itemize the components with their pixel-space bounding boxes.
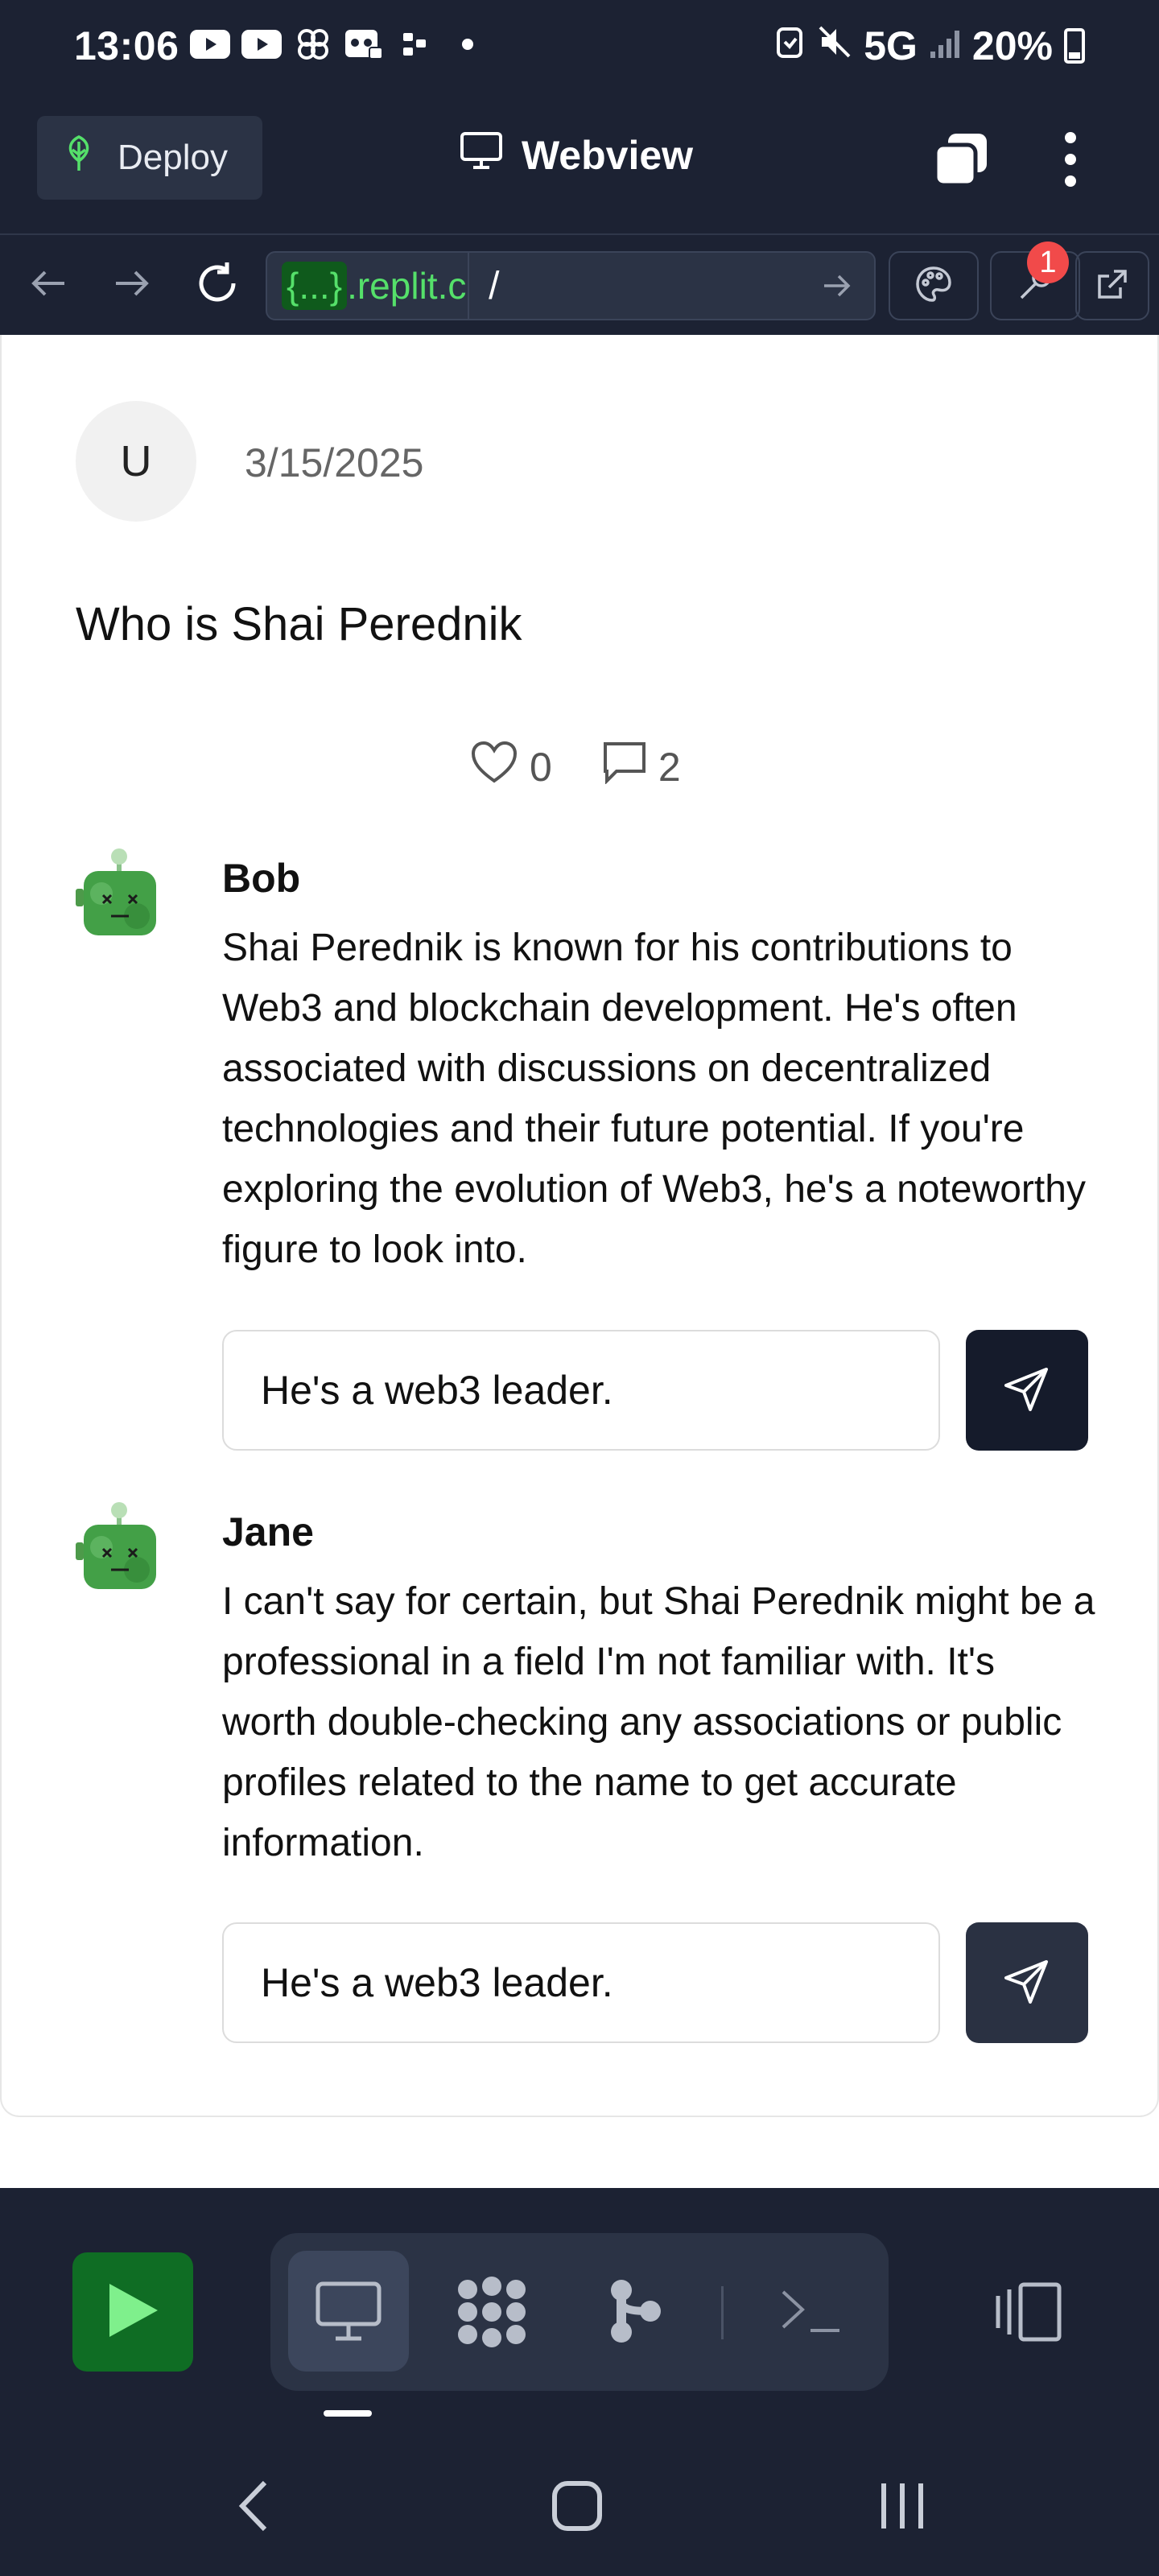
status-time: 13:06	[74, 23, 179, 68]
webview-content: U 3/15/2025 Who is Shai Perednik 0 2 Bob…	[0, 335, 1159, 2188]
mute-icon	[817, 23, 852, 69]
send-button[interactable]	[966, 1330, 1088, 1451]
app-header: Deploy Webview	[0, 97, 1159, 233]
like-button[interactable]: 0	[470, 741, 552, 794]
post-date: 3/15/2025	[245, 440, 424, 485]
shell-icon[interactable]	[750, 2251, 871, 2372]
comment-icon	[602, 741, 647, 794]
like-count: 0	[530, 745, 552, 790]
dot-icon	[448, 27, 488, 61]
workspace-toolbar	[0, 2188, 1159, 2429]
system-nav-bar	[0, 2429, 1159, 2576]
palette-icon	[914, 265, 953, 308]
run-button[interactable]	[72, 2252, 193, 2372]
reply-input[interactable]: He's a web3 leader.	[222, 1330, 940, 1451]
battery-percent: 20%	[971, 23, 1053, 68]
play-icon	[105, 2281, 161, 2344]
panel-toggle-icon[interactable]	[984, 2252, 1072, 2372]
deploy-icon	[61, 134, 97, 183]
url-host: .replit.c	[347, 265, 467, 307]
pinwheel-icon	[293, 27, 333, 61]
send-button[interactable]	[966, 1922, 1088, 2043]
go-arrow-icon[interactable]	[813, 262, 861, 310]
slack-icon	[396, 27, 436, 61]
send-icon	[1003, 1364, 1051, 1417]
url-path: /	[489, 264, 500, 308]
alarm-icon	[773, 23, 806, 69]
status-bar: 13:06 5G 20%	[0, 0, 1159, 97]
url-divider	[468, 251, 470, 320]
youtube-icon	[190, 27, 230, 61]
forward-arrow-icon[interactable]	[108, 259, 156, 308]
url-field[interactable]: {...} .replit.c /	[266, 251, 876, 320]
robot-avatar-icon	[76, 847, 164, 942]
tool-tabs	[270, 2233, 889, 2391]
monitor-icon	[459, 130, 504, 180]
heart-icon	[470, 741, 518, 794]
avatar: U	[76, 401, 196, 522]
external-link-icon	[1095, 266, 1130, 306]
post-stats: 0 2	[470, 741, 715, 794]
toolbar-divider	[721, 2286, 724, 2339]
answer-text: Shai Perednik is known for his contribut…	[222, 927, 1086, 1271]
network-type: 5G	[864, 23, 918, 68]
voicemail-icon	[344, 27, 385, 61]
notification-badge: 1	[1027, 242, 1069, 283]
status-left-icons	[190, 27, 488, 61]
webview-tab-title[interactable]: Webview	[459, 130, 693, 180]
post-question: Who is Shai Perednik	[76, 598, 522, 650]
packages-icon[interactable]	[431, 2251, 552, 2372]
comment-count: 2	[658, 745, 681, 790]
answer-author: Jane	[222, 1509, 314, 1554]
more-options-icon[interactable]	[1054, 127, 1087, 192]
git-icon[interactable]	[575, 2251, 695, 2372]
webview-icon[interactable]	[288, 2251, 409, 2372]
deploy-label: Deploy	[118, 138, 228, 177]
answer-item: Jane I can't say for certain, but Shai P…	[76, 1501, 1095, 2064]
palette-button[interactable]	[889, 251, 979, 320]
send-icon	[1003, 1957, 1051, 2009]
tabs-icon[interactable]	[932, 130, 990, 188]
devtools-button[interactable]: 1	[990, 242, 1080, 320]
open-external-button[interactable]	[1075, 251, 1149, 320]
answer-author: Bob	[222, 856, 301, 901]
youtube-icon	[241, 27, 282, 61]
url-toolbar: {...} .replit.c / 1	[0, 233, 1159, 335]
nav-back-icon[interactable]	[217, 2470, 290, 2542]
answer-item: Bob Shai Perednik is known for his contr…	[76, 847, 1090, 1451]
robot-avatar-icon	[76, 1501, 164, 1596]
nav-home-icon[interactable]	[541, 2470, 613, 2542]
tab-indicator	[324, 2410, 372, 2417]
comments-button[interactable]: 2	[602, 741, 681, 794]
back-arrow-icon[interactable]	[24, 259, 72, 308]
post-card: U 3/15/2025 Who is Shai Perednik 0 2 Bob…	[0, 335, 1159, 2117]
nav-recents-icon[interactable]	[866, 2470, 938, 2542]
signal-icon	[929, 23, 961, 69]
reply-input[interactable]: He's a web3 leader.	[222, 1922, 940, 2043]
reload-icon[interactable]	[193, 259, 241, 308]
page-title: Webview	[522, 133, 694, 178]
answer-text: I can't say for certain, but Shai Peredn…	[222, 1580, 1095, 1864]
battery-icon	[1064, 28, 1085, 64]
deploy-button[interactable]: Deploy	[37, 116, 262, 200]
status-right: 5G 20%	[773, 23, 1085, 69]
url-chip: {...}	[282, 262, 348, 310]
